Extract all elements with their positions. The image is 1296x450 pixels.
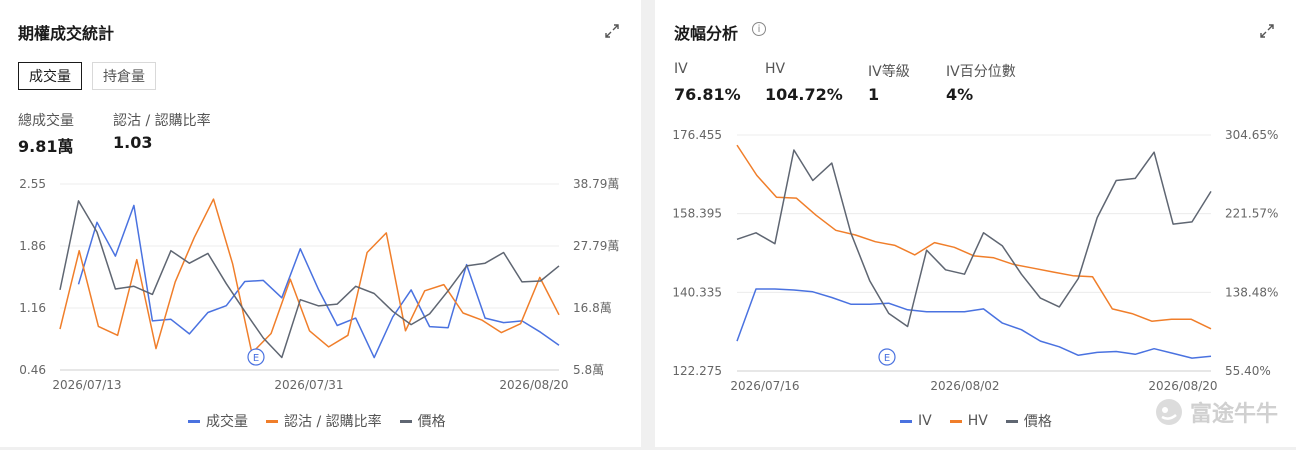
x-tick-label: 2026/07/16 bbox=[730, 379, 799, 393]
legend-item: 成交量 bbox=[188, 411, 248, 431]
y-left-tick-label: 122.275 bbox=[672, 364, 722, 378]
x-tick-label: 2026/08/20 bbox=[499, 378, 568, 392]
legend-item: 價格 bbox=[399, 411, 446, 431]
chart-legend: IV HV 價格 bbox=[900, 411, 1052, 431]
logo-icon bbox=[1155, 399, 1182, 425]
legend-item: 認沽 / 認購比率 bbox=[266, 411, 382, 431]
x-tick-label: 2026/08/20 bbox=[1148, 379, 1217, 393]
legend-item: 價格 bbox=[1005, 411, 1052, 431]
y-left-tick-label: 1.86 bbox=[19, 239, 46, 253]
y-right-tick-label: 5.8萬 bbox=[573, 363, 604, 377]
y-left-tick-label: 0.46 bbox=[19, 363, 46, 377]
legend-label: 價格 bbox=[1023, 414, 1052, 430]
event-marker-label: E bbox=[253, 353, 259, 364]
y-right-tick-label: 16.8萬 bbox=[573, 301, 612, 315]
y-left-tick-label: 176.455 bbox=[672, 128, 722, 142]
y-left-tick-label: 140.335 bbox=[672, 285, 722, 299]
x-tick-label: 2026/07/13 bbox=[52, 378, 121, 392]
x-tick-label: 2026/07/31 bbox=[274, 378, 343, 392]
y-right-tick-label: 27.79萬 bbox=[573, 239, 619, 253]
options-volume-panel: 期權成交統計 成交量 持倉量 總成交量 9.81萬 認沽 / 認購比率 1.03… bbox=[0, 0, 641, 447]
y-right-tick-label: 221.57% bbox=[1225, 207, 1278, 221]
y-left-tick-label: 158.395 bbox=[672, 207, 722, 221]
y-right-tick-label: 55.40% bbox=[1225, 364, 1271, 378]
event-marker-label: E bbox=[884, 353, 890, 364]
legend-label: 認沽 / 認購比率 bbox=[284, 414, 382, 430]
watermark-text: 富途牛牛 bbox=[1189, 402, 1278, 427]
series-line bbox=[736, 288, 1212, 359]
y-left-tick-label: 2.55 bbox=[19, 177, 46, 191]
legend-label: IV bbox=[918, 413, 932, 429]
volume-chart: 2.55 38.79萬 1.86 27.79萬 1.16 16.8萬 0.46 5.8萬 202… bbox=[19, 177, 619, 392]
volatility-chart: 176.455 304.65% 158.395 221.57% 140.335 138.4… bbox=[672, 128, 1278, 393]
y-left-tick-label: 1.16 bbox=[19, 301, 46, 315]
series-line bbox=[59, 198, 560, 354]
y-right-tick-label: 304.65% bbox=[1225, 128, 1278, 142]
y-right-tick-label: 138.48% bbox=[1225, 285, 1278, 299]
legend-label: 價格 bbox=[417, 414, 446, 430]
chart-legend: 成交量 認沽 / 認購比率 價格 bbox=[188, 411, 446, 431]
series-line bbox=[77, 204, 560, 359]
watermark: 富途牛牛 bbox=[1154, 396, 1278, 428]
series-line bbox=[736, 149, 1212, 328]
series-line bbox=[59, 200, 560, 359]
legend-item: HV bbox=[949, 411, 988, 431]
x-tick-label: 2026/08/02 bbox=[930, 379, 999, 393]
legend-label: 成交量 bbox=[206, 414, 248, 430]
y-right-tick-label: 38.79萬 bbox=[573, 177, 619, 191]
volatility-panel: 波幅分析 i IV 76.81% HV 104.72% IV等級 1 IV百分位… bbox=[655, 0, 1296, 447]
legend-item: IV bbox=[900, 411, 932, 431]
legend-label: HV bbox=[967, 413, 988, 429]
